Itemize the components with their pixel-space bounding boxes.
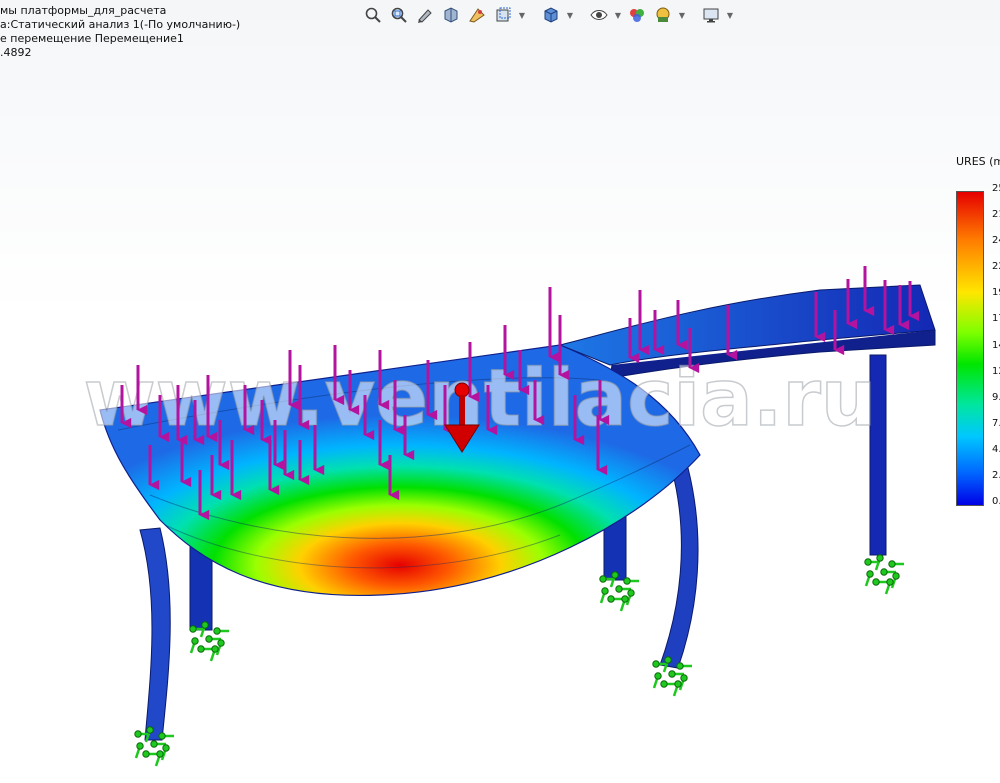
heads-up-view-toolbar: ▼ ▼ ▼ ▼ ▼ bbox=[362, 2, 734, 28]
view-orientation-button[interactable] bbox=[492, 4, 514, 26]
apply-scene-dropdown[interactable]: ▼ bbox=[678, 4, 686, 26]
dynamic-annotation-icon bbox=[469, 8, 485, 23]
previous-view-button[interactable] bbox=[414, 4, 436, 26]
hide-show-items-button[interactable] bbox=[588, 4, 610, 26]
apply-scene-icon bbox=[656, 7, 670, 22]
zoom-to-area-icon bbox=[391, 7, 407, 23]
fixture-disk bbox=[886, 578, 894, 586]
legend-title: URES (mm) bbox=[956, 155, 1000, 168]
legend-label: 25 bbox=[992, 183, 1000, 194]
zoom-to-area-button[interactable] bbox=[388, 4, 410, 26]
fixture-disk bbox=[158, 732, 166, 740]
legend-label: 9. bbox=[992, 391, 1000, 403]
legend-label: 12 bbox=[992, 365, 1000, 377]
fixture-arrows bbox=[134, 554, 904, 767]
fixture-disk bbox=[615, 585, 623, 593]
legend-label: 22 bbox=[992, 261, 1000, 273]
legend-label: 4. bbox=[992, 443, 1000, 455]
legend-label: 24 bbox=[992, 235, 1000, 247]
fixture-disk bbox=[136, 742, 144, 750]
fixture-disk bbox=[189, 625, 197, 633]
study-name: а:Статический анализ 1(-По умолчанию-) bbox=[0, 18, 241, 31]
legend-label: 17 bbox=[992, 313, 1000, 325]
fixture-disk bbox=[866, 570, 874, 578]
fixture-disk bbox=[205, 635, 213, 643]
fixture-disk bbox=[892, 572, 900, 580]
edit-appearance-button[interactable] bbox=[626, 4, 648, 26]
view-orientation-icon bbox=[496, 7, 511, 22]
view-settings-dropdown[interactable]: ▼ bbox=[726, 4, 734, 26]
fixture-disk bbox=[676, 662, 684, 670]
fixture-disk bbox=[864, 558, 872, 566]
fixture-disk bbox=[876, 554, 884, 562]
legend-color-bar bbox=[956, 191, 984, 506]
fixed-geometry-restraint bbox=[864, 554, 904, 595]
fixture-disk bbox=[211, 645, 219, 653]
hide-show-items-icon bbox=[590, 10, 608, 20]
fixture-disk bbox=[191, 637, 199, 645]
section-view-icon bbox=[444, 7, 458, 23]
fixture-disk bbox=[150, 740, 158, 748]
display-style-icon bbox=[544, 7, 558, 23]
study-info: мы платформы_для_расчета а:Статический а… bbox=[0, 4, 240, 60]
fixture-disk bbox=[674, 680, 682, 688]
fixture-disk bbox=[880, 568, 888, 576]
fixture-disk bbox=[664, 656, 672, 664]
fixture-disk bbox=[611, 571, 619, 579]
hide-show-items-dropdown[interactable]: ▼ bbox=[614, 4, 622, 26]
fixture-disk bbox=[652, 660, 660, 668]
fixture-disk bbox=[872, 578, 880, 586]
view-settings-button[interactable] bbox=[700, 4, 722, 26]
view-orientation-dropdown[interactable]: ▼ bbox=[518, 4, 526, 26]
fixture-disk bbox=[627, 589, 635, 597]
fixture-disk bbox=[142, 750, 150, 758]
zoom-to-fit-button[interactable] bbox=[362, 4, 384, 26]
fixture-disk bbox=[601, 587, 609, 595]
fixture-disk bbox=[599, 575, 607, 583]
fixture-disk bbox=[680, 674, 688, 682]
model-viewport[interactable]: www.ventilacia.ru bbox=[0, 0, 1000, 783]
fixture-disk bbox=[607, 595, 615, 603]
legend-label: 14 bbox=[992, 339, 1000, 351]
plot-type: е перемещение Перемещение1 bbox=[0, 32, 184, 45]
legend-label: 19 bbox=[992, 287, 1000, 299]
fixture-disk bbox=[197, 645, 205, 653]
view-settings-icon bbox=[703, 8, 719, 23]
section-view-button[interactable] bbox=[440, 4, 462, 26]
previous-view-icon bbox=[418, 9, 432, 23]
fixture-disk bbox=[162, 744, 170, 752]
display-style-button[interactable] bbox=[540, 4, 562, 26]
legend-label: 7. bbox=[992, 417, 1000, 429]
fixture-disk bbox=[660, 680, 668, 688]
display-style-dropdown[interactable]: ▼ bbox=[566, 4, 574, 26]
fixture-disk bbox=[217, 639, 225, 647]
legend-label: 2. bbox=[992, 469, 1000, 481]
dynamic-annotation-button[interactable] bbox=[466, 4, 488, 26]
fixture-disk bbox=[156, 750, 164, 758]
fixture-disk bbox=[146, 726, 154, 734]
edit-appearance-icon bbox=[630, 9, 644, 22]
fixture-disk bbox=[623, 577, 631, 585]
fixture-disk bbox=[888, 560, 896, 568]
legend-label: 0. bbox=[992, 496, 1000, 507]
fixture-disk bbox=[134, 730, 142, 738]
fixture-disk bbox=[668, 670, 676, 678]
fixture-disk bbox=[621, 595, 629, 603]
zoom-to-fit-icon bbox=[365, 7, 381, 23]
fixture-disk bbox=[213, 627, 221, 635]
fixture-disk bbox=[201, 621, 209, 629]
legend-label: 21 bbox=[992, 209, 1000, 221]
model-name: мы платформы_для_расчета bbox=[0, 4, 167, 17]
watermark: www.ventilacia.ru bbox=[84, 354, 877, 444]
deformation-scale: .4892 bbox=[0, 46, 32, 59]
fixture-disk bbox=[654, 672, 662, 680]
apply-scene-button[interactable] bbox=[652, 4, 674, 26]
